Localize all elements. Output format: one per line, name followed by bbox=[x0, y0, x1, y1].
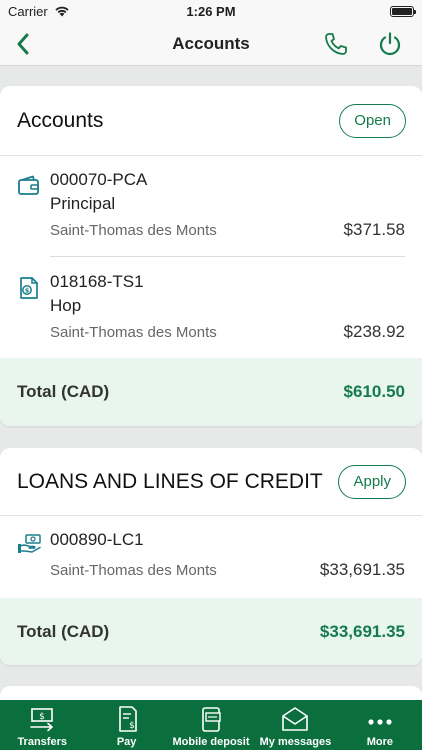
total-value: $33,691.35 bbox=[319, 621, 405, 641]
open-account-button[interactable]: Open bbox=[339, 103, 406, 138]
account-name: Principal bbox=[50, 194, 116, 213]
account-row[interactable]: 000070-PCA Principal Saint-Thomas des Mo… bbox=[0, 156, 422, 258]
tab-label: My messages bbox=[259, 736, 332, 748]
loan-row[interactable]: 000890-LC1 Saint-Thomas des Monts $33,69… bbox=[0, 516, 422, 598]
bill-icon: $ bbox=[118, 706, 137, 732]
tab-label: Pay bbox=[116, 736, 137, 748]
transfer-icon: $ bbox=[30, 708, 54, 732]
cash-hand-icon bbox=[18, 534, 41, 553]
loans-card: LOANS AND LINES OF CREDIT Apply 000890-L… bbox=[0, 448, 422, 665]
account-number: 018168-TS1 bbox=[50, 272, 144, 291]
accounts-total-row: Total (CAD) $610.50 bbox=[0, 358, 422, 426]
wallet-icon bbox=[18, 175, 39, 195]
row-divider bbox=[50, 256, 405, 257]
tab-transfers[interactable]: $ Transfers bbox=[0, 700, 84, 750]
account-balance: $371.58 bbox=[343, 220, 405, 239]
accounts-card-title: Accounts bbox=[17, 108, 104, 132]
svg-text:$: $ bbox=[129, 721, 135, 731]
carrier-signal: Carrier bbox=[8, 4, 70, 19]
more-dots-icon bbox=[368, 719, 392, 725]
loan-branch: Saint-Thomas des Monts bbox=[50, 562, 217, 579]
account-number: 000070-PCA bbox=[50, 170, 148, 189]
svg-text:$: $ bbox=[25, 287, 30, 295]
battery-icon bbox=[390, 5, 416, 17]
account-balance: $238.92 bbox=[343, 322, 405, 341]
tab-my-messages[interactable]: My messages bbox=[253, 700, 337, 750]
accounts-card-header: Accounts Open bbox=[0, 86, 422, 156]
carrier-label: Carrier bbox=[8, 3, 48, 19]
wifi-icon bbox=[55, 6, 69, 17]
page-title: Accounts bbox=[172, 33, 250, 53]
total-label: Total (CAD) bbox=[17, 382, 110, 401]
tab-bar: $ Transfers $ Pay Mobile deposit My mess… bbox=[0, 700, 422, 750]
logout-button[interactable] bbox=[374, 28, 406, 60]
apply-loan-button[interactable]: Apply bbox=[338, 464, 406, 499]
phone-icon bbox=[325, 33, 347, 55]
tab-pay[interactable]: $ Pay bbox=[84, 700, 168, 750]
tab-label: More bbox=[366, 736, 393, 748]
tab-more[interactable]: More bbox=[338, 700, 422, 750]
account-branch: Saint-Thomas des Monts bbox=[50, 222, 217, 239]
mobile-deposit-icon bbox=[202, 707, 221, 732]
savings-document-icon: $ bbox=[20, 277, 38, 299]
loans-total-row: Total (CAD) $33,691.35 bbox=[0, 598, 422, 665]
tab-label: Mobile deposit bbox=[172, 736, 250, 748]
call-button[interactable] bbox=[320, 28, 352, 60]
loans-card-header: LOANS AND LINES OF CREDIT Apply bbox=[0, 448, 422, 516]
loans-card-title: LOANS AND LINES OF CREDIT bbox=[17, 469, 323, 493]
accounts-card: Accounts Open 000070-PCA Principal Saint… bbox=[0, 86, 422, 426]
back-button[interactable] bbox=[8, 28, 38, 60]
account-name: Hop bbox=[50, 296, 82, 315]
total-value: $610.50 bbox=[343, 382, 405, 401]
loan-balance: $33,691.35 bbox=[319, 560, 405, 579]
account-branch: Saint-Thomas des Monts bbox=[50, 324, 217, 341]
svg-text:$: $ bbox=[39, 712, 45, 722]
total-label: Total (CAD) bbox=[17, 621, 110, 641]
tab-label: Transfers bbox=[17, 736, 67, 748]
nav-bar: Accounts bbox=[0, 22, 422, 66]
chevron-left-icon bbox=[17, 33, 29, 55]
envelope-icon bbox=[282, 707, 309, 731]
loan-number: 000890-LC1 bbox=[50, 530, 144, 549]
power-icon bbox=[379, 32, 401, 56]
tab-mobile-deposit[interactable]: Mobile deposit bbox=[169, 700, 253, 750]
status-bar: Carrier 1:26 PM bbox=[0, 0, 422, 22]
account-row[interactable]: $ 018168-TS1 Hop Saint-Thomas des Monts … bbox=[0, 258, 422, 358]
